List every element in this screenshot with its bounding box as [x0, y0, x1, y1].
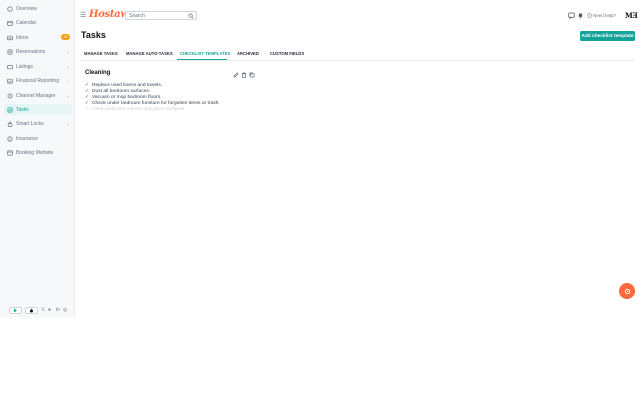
tab-checklist-templates[interactable]: CHECKLIST TEMPLATES [180, 51, 230, 59]
inbox-icon [7, 35, 13, 41]
apple-icon [30, 308, 33, 313]
sidebar-item-label: Smart Locks [16, 120, 44, 127]
page-title: Tasks [81, 30, 106, 40]
listings-icon [7, 64, 13, 70]
sidebar-item-label: Insurance [16, 135, 38, 142]
sidebar: Overview Calendar Inbox 28 Reservations … [0, 0, 75, 318]
tabs-divider [81, 60, 635, 61]
menu-icon[interactable]: ☰ [80, 12, 86, 19]
google-play-button[interactable] [9, 307, 22, 314]
chevron-down-icon: ⌄ [66, 78, 70, 83]
sidebar-item-channel-manager[interactable]: Channel Manager ⌄ [4, 90, 72, 101]
facebook-icon[interactable]: ● [48, 308, 51, 313]
tab-manage-tasks[interactable]: MANAGE TASKS [84, 51, 118, 59]
support-chat-button[interactable] [619, 283, 635, 299]
sidebar-item-inbox[interactable]: Inbox 28 [4, 32, 72, 43]
sidebar-item-tasks[interactable]: Tasks [4, 104, 72, 115]
chat-bubble-icon [624, 288, 630, 294]
tab-archived[interactable]: ARCHIVED [237, 51, 259, 59]
sidebar-item-booking-website[interactable]: Booking Website [4, 147, 72, 158]
app-store-button[interactable] [25, 307, 38, 314]
active-tab-indicator [177, 59, 227, 60]
financial-icon [7, 78, 13, 84]
twitter-icon[interactable]: 𝕏 [41, 308, 45, 313]
chat-icon[interactable] [568, 12, 575, 19]
sidebar-item-financial-reporting[interactable]: Financial Reporting ⌄ [4, 75, 72, 86]
sidebar-item-label: Inbox [16, 34, 29, 41]
tab-custom-fields[interactable]: CUSTOM FIELDS [270, 51, 304, 59]
sidebar-item-label: Booking Website [16, 149, 54, 156]
search-icon[interactable] [188, 13, 194, 19]
linkedin-icon[interactable]: in [56, 308, 60, 313]
overview-icon [7, 5, 13, 12]
calendar-icon [7, 20, 13, 26]
search-box[interactable] [125, 11, 197, 20]
channel-icon [7, 93, 13, 99]
reservations-icon [7, 49, 13, 55]
delete-icon[interactable] [241, 72, 247, 78]
search-input[interactable] [129, 13, 184, 19]
help-label: Need help? [593, 13, 617, 18]
sidebar-item-label: Reservations [16, 48, 46, 55]
sidebar-item-calendar[interactable]: Calendar [4, 17, 72, 28]
chevron-down-icon: ⌄ [66, 93, 70, 98]
google-play-icon [14, 308, 17, 313]
sidebar-item-listings[interactable]: Listings ⌄ [4, 61, 72, 72]
topbar: ☰ Hostaway ? Need help? MƎ [75, 0, 640, 24]
edit-icon[interactable] [233, 72, 239, 78]
template-title: Cleaning [85, 70, 111, 76]
sidebar-item-label: Financial Reporting [16, 77, 60, 84]
sidebar-item-label: Tasks [16, 106, 29, 113]
sidebar-item-insurance[interactable]: Insurance [4, 133, 72, 144]
sidebar-item-overview[interactable]: Overview [4, 3, 72, 14]
checklist-item: ✓ Clean bedroom mirrors and glass surface… [85, 106, 186, 112]
check-icon: ✓ [85, 106, 89, 111]
svg-text:?: ? [589, 14, 591, 18]
add-checklist-template-button[interactable]: Add checklist template [580, 31, 635, 41]
inbox-count-badge: 28 [61, 34, 70, 40]
sidebar-item-label: Calendar [16, 19, 37, 26]
tasks-icon [7, 107, 13, 113]
avatar[interactable]: MƎ [625, 11, 638, 20]
sidebar-item-smart-locks[interactable]: Smart Locks ⌄ [4, 118, 72, 129]
instagram-icon[interactable]: ◎ [63, 308, 67, 313]
lock-icon [7, 121, 13, 127]
sidebar-item-label: Listings [16, 63, 33, 70]
sidebar-item-label: Overview [16, 5, 37, 12]
insurance-icon [7, 135, 13, 142]
bell-icon[interactable] [577, 12, 584, 19]
chevron-down-icon: ⌄ [66, 121, 70, 126]
sidebar-item-label: Channel Manager [16, 92, 56, 99]
sidebar-item-reservations[interactable]: Reservations ⌄ [4, 46, 72, 57]
chevron-down-icon: ⌄ [66, 49, 70, 54]
help-icon: ? [587, 13, 592, 18]
help-link[interactable]: ? Need help? [587, 12, 616, 19]
chevron-down-icon: ⌄ [66, 64, 70, 69]
website-icon [7, 150, 13, 156]
duplicate-icon[interactable] [249, 72, 255, 78]
tab-manage-auto-tasks[interactable]: MANAGE AUTO-TASKS [126, 51, 173, 59]
